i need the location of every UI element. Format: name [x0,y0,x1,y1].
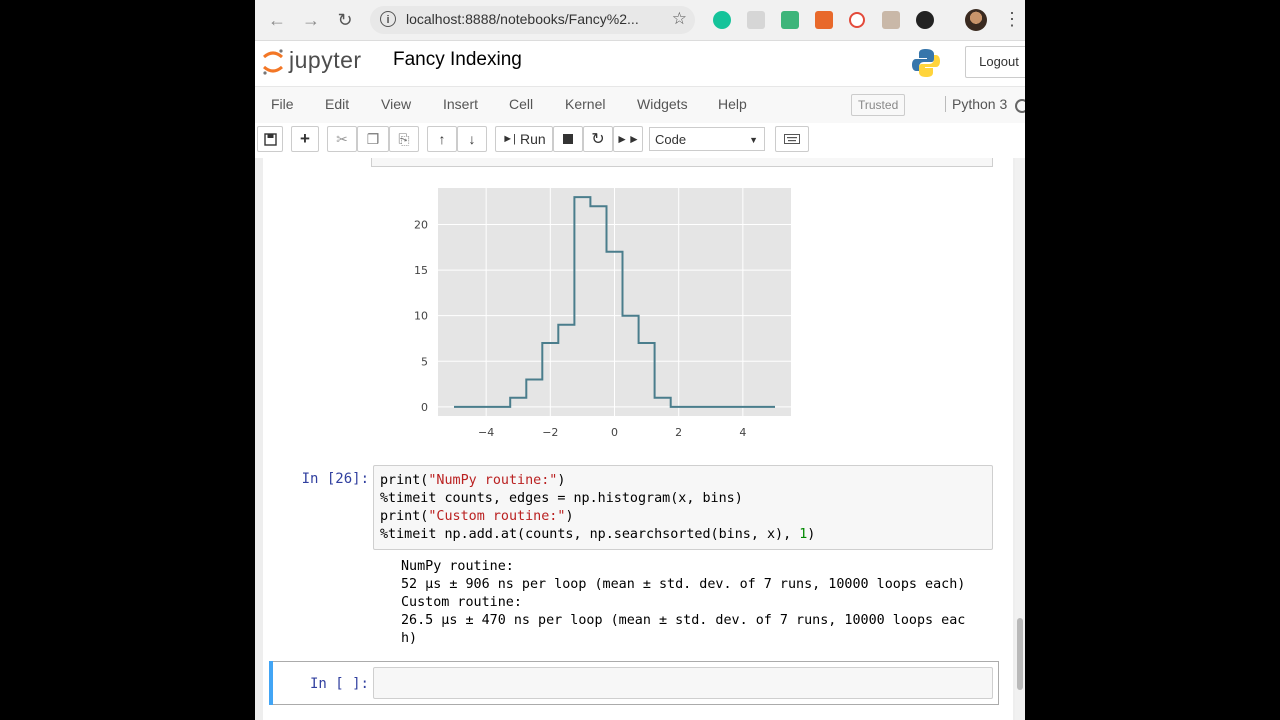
code-line: %timeit np.add.at(counts, np.searchsorte… [380,526,815,544]
menubar: File Edit View Insert Cell Kernel Widget… [255,86,1025,124]
output-line: NumPy routine: [401,559,514,574]
extension-icon[interactable] [781,11,799,29]
copy-icon[interactable]: ❐ [357,126,389,152]
url-text: localhost:8888/notebooks/Fancy%2... [406,11,639,27]
menu-widgets[interactable]: Widgets [637,96,688,112]
move-down-icon[interactable]: ↓ [457,126,487,152]
pdf-extension-icon[interactable] [882,11,900,29]
menu-edit[interactable]: Edit [325,96,349,112]
arrow-right-icon[interactable]: → [299,8,323,32]
scrollbar-thumb[interactable] [1017,618,1023,690]
cell-type-select[interactable]: Code ▼ [649,127,765,151]
y-tick-label: 0 [421,401,428,414]
code-text: print("NumPy routine:") %timeit counts, e… [380,472,815,544]
code-input-area[interactable]: print("NumPy routine:") %timeit counts, e… [373,465,993,550]
empty-code-input[interactable] [373,667,993,699]
cut-icon[interactable]: ✂ [327,126,357,152]
y-axis: 0 5 10 15 20 [414,218,428,413]
x-tick-label: −4 [478,426,494,439]
restart-run-all-icon[interactable]: ►► [613,126,643,152]
code-token: print( [380,473,429,488]
code-line: %timeit counts, edges = np.histogram(x, … [380,490,815,508]
insert-cell-icon[interactable]: + [291,126,319,152]
input-prompt: In [26]: [301,471,369,487]
x-tick-label: 4 [739,426,746,439]
output-line: Custom routine: [401,595,522,610]
run-label: Run [520,131,546,147]
k-extension-icon[interactable] [916,11,934,29]
browser-window: ← → ↻ i localhost:8888/notebooks/Fancy%2… [255,0,1025,720]
interrupt-icon[interactable] [553,126,583,152]
cell-output: NumPy routine: 52 µs ± 906 ns per loop (m… [401,558,965,648]
x-tick-label: −2 [542,426,558,439]
code-token: %timeit counts, edges = np.histogram(x, … [380,491,743,506]
output-line: 26.5 µs ± 470 ns per loop (mean ± std. d… [401,613,966,628]
code-token: ) [557,473,566,488]
step-forward-icon: ►| [502,133,517,145]
python-logo-icon [912,49,940,77]
code-token: ) [565,509,574,524]
kernel-status-icon [1015,99,1025,113]
more-menu-icon[interactable]: ⋮ [1003,9,1021,30]
kernel-name: Python 3 [945,96,1007,112]
trusted-indicator[interactable]: Trusted [851,94,906,116]
jupyter-header: jupyter Fancy Indexing Logout [255,41,1025,85]
menu-kernel[interactable]: Kernel [565,96,605,112]
run-button[interactable]: ►| Run [495,126,553,152]
code-line: print("NumPy routine:") [380,472,815,490]
arrow-left-icon[interactable]: ← [265,8,289,32]
restart-icon[interactable]: ↻ [583,126,613,152]
extension-icon[interactable] [849,12,865,28]
code-token: "NumPy routine:" [428,473,558,488]
code-token: "Custom routine:" [428,509,566,524]
menu-file[interactable]: File [271,96,294,112]
previous-input-area[interactable] [371,158,993,167]
reload-icon[interactable]: ↻ [333,8,357,32]
grammarly-extension-icon[interactable] [713,11,731,29]
y-tick-label: 15 [414,264,428,277]
logout-button[interactable]: Logout [965,46,1025,78]
notebook-title[interactable]: Fancy Indexing [393,49,522,71]
histogram-chart: 0 5 10 15 20 −4 −2 0 2 4 [414,188,791,439]
jupyter-logo-text[interactable]: jupyter [289,47,362,74]
avatar[interactable] [965,9,987,31]
code-token: print( [380,509,429,524]
info-icon[interactable]: i [380,11,396,27]
code-token: ) [807,527,816,542]
output-line: 52 µs ± 906 ns per loop (mean ± std. dev… [401,577,966,592]
y-tick-label: 5 [421,355,428,368]
cell-type-value: Code [655,132,687,147]
save-icon[interactable] [257,126,283,152]
keyboard-icon[interactable] [775,126,809,152]
notebook-area: 0 5 10 15 20 −4 −2 0 2 4 In [26]: print("NumPy r… [255,158,1025,720]
extension-icon[interactable] [815,11,833,29]
output-line: h) [401,631,418,646]
menu-insert[interactable]: Insert [443,96,478,112]
menu-help[interactable]: Help [718,96,747,112]
x-axis: −4 −2 0 2 4 [478,426,746,439]
jupyter-logo-icon[interactable] [261,47,285,77]
address-bar[interactable]: i localhost:8888/notebooks/Fancy%2... ☆ [370,6,695,34]
y-tick-label: 20 [414,218,428,231]
empty-cell-prompt: In [ ]: [309,676,369,692]
browser-toolbar: ← → ↻ i localhost:8888/notebooks/Fancy%2… [255,0,1025,41]
selected-cell-indicator [269,661,273,705]
extension-icon[interactable] [747,11,765,29]
y-tick-label: 10 [414,310,428,323]
x-tick-label: 0 [611,426,618,439]
code-token: %timeit np.add.at(counts, np.searchsorte… [380,527,800,542]
notebook-page: 0 5 10 15 20 −4 −2 0 2 4 In [26]: print("NumPy r… [263,158,1013,720]
menu-cell[interactable]: Cell [509,96,533,112]
paste-icon[interactable]: ⎘ [389,126,419,152]
caret-down-icon: ▼ [749,135,758,145]
menu-view[interactable]: View [381,96,411,112]
move-up-icon[interactable]: ↑ [427,126,457,152]
code-line: print("Custom routine:") [380,508,815,526]
star-icon[interactable]: ☆ [672,9,687,29]
x-tick-label: 2 [675,426,682,439]
notebook-toolbar: + ✂ ❐ ⎘ ↑ ↓ ►| Run ↻ ►► Code ▼ [255,123,1025,157]
